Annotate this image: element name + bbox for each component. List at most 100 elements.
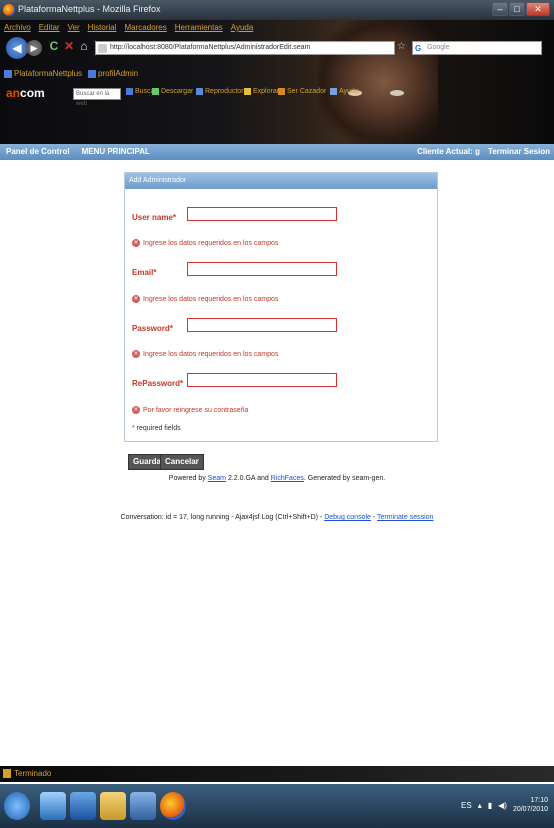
menu-ver[interactable]: Ver [68,23,80,32]
ancom-logo[interactable]: ancom [6,86,45,100]
menu-marcadores[interactable]: Marcadores [125,23,167,32]
logout-link[interactable]: Terminar Sesion [488,147,550,156]
richfaces-link[interactable]: RichFaces [271,475,304,482]
window-title: PlataformaNettplus - Mozilla Firefox [18,4,161,14]
firefox-taskbar-icon[interactable] [160,792,186,820]
email-input[interactable] [187,262,337,276]
forward-button[interactable]: ▶ [26,40,42,56]
download-icon [152,88,159,95]
required-asterisk: * [180,379,184,388]
terminate-session-link[interactable]: Terminate session [377,514,433,521]
repassword-label: RePassword* [132,379,183,388]
menu-historial[interactable]: Historial [88,23,117,32]
folder-icon[interactable] [100,792,126,820]
player-icon [196,88,203,95]
menu-editar[interactable]: Editar [39,23,60,32]
browser-status-bar: Terminado [0,766,554,782]
username-label: User name* [132,213,176,222]
network-icon[interactable]: ▮ [488,801,492,810]
app-icon-1[interactable] [40,792,66,820]
label-text: RePassword [132,379,181,388]
status-icon [3,769,11,778]
menu-bar: Archivo Editar Ver Historial Marcadores … [4,23,253,32]
error-text: Ingrese los datos requeridos en los camp… [143,239,279,247]
seam-link[interactable]: Seam [208,475,226,482]
status-text: Terminado [14,769,52,778]
password-label: Password* [132,324,173,333]
error-text: Ingrese los datos requeridos en los camp… [143,295,279,303]
home-button[interactable]: ⌂ [77,39,91,55]
tb-label: Descargar [161,88,194,95]
footer-text: . Generated by seam-gen. [303,475,386,482]
footer-text: 2.2.0.GA and [226,475,271,482]
tray-arrow-icon[interactable]: ▴ [478,801,482,810]
ancom-toolbar: ancom Buscar en la web Buscar Descargar … [0,86,554,107]
bookmark-label: PlataformaNettplus [14,69,83,78]
start-button-icon[interactable] [4,792,30,820]
panel-title: Add Administrador [125,173,437,189]
reload-button[interactable]: C [47,39,61,55]
cancel-button[interactable]: Cancelar [160,454,204,470]
error-text: Ingrese los datos requeridos en los camp… [143,350,279,358]
bookmark-icon [88,69,97,78]
clock[interactable]: 17:10 20/07/2010 [513,796,548,814]
word-icon[interactable] [130,792,156,820]
browser-ie-icon[interactable] [70,792,96,820]
error-icon: ✕ [132,406,140,414]
username-error: ✕ Ingrese los datos requeridos en los cam… [132,239,278,247]
conversation-text: Conversation: id = 17, long running - Aj… [120,514,325,521]
username-input[interactable] [187,207,337,221]
required-asterisk: * [153,268,157,277]
tb-explorar[interactable]: Explorar [244,88,279,95]
menu-principal-link[interactable]: MENU PRINCIPAL [82,147,150,156]
bookmark-label: profilAdmin [98,69,139,78]
clock-time: 17:10 [530,797,548,804]
bookmark-profiladmin[interactable]: profilAdmin [88,69,138,78]
menu-archivo[interactable]: Archivo [4,23,31,32]
windows-taskbar: ES ▴ ▮ ◀) 17:10 20/07/2010 [0,784,554,828]
password-input[interactable] [187,318,337,332]
tb-ayuda[interactable]: Ayuda [330,88,359,95]
language-indicator[interactable]: ES [461,801,472,810]
stop-button[interactable]: ✕ [63,39,75,55]
system-tray: ES ▴ ▮ ◀) 17:10 20/07/2010 [461,796,548,814]
search-input[interactable]: G Google [412,41,542,55]
browser-chrome: Archivo Editar Ver Historial Marcadores … [0,20,554,144]
back-button[interactable]: ◀ [6,37,28,59]
tb-label: Ayuda [339,88,359,95]
app-header-bar: Panel de Control MENU PRINCIPAL Cliente … [0,144,554,160]
navigation-bar: ◀ ▶ C ✕ ⌂ http://localhost:8080/Platafor… [0,36,554,60]
logo-com: com [20,86,45,100]
tb-cazador[interactable]: Ser Cazador [278,88,326,95]
window-titlebar: PlataformaNettplus - Mozilla Firefox – □… [0,0,554,20]
minimize-button[interactable]: – [492,2,508,16]
bookmark-star-icon[interactable]: ☆ [397,41,406,52]
search-placeholder: Google [427,44,450,51]
tb-reproductor[interactable]: Reproductor [196,88,244,95]
maximize-button[interactable]: □ [509,2,525,16]
search-icon [126,88,133,95]
label-text: Email [132,268,154,277]
error-icon: ✕ [132,239,140,247]
repassword-error: ✕ Por favor reingrese su contraseña [132,406,248,414]
url-bar[interactable]: http://localhost:8080/PlataformaNettplus… [95,41,395,55]
tb-descargar[interactable]: Descargar [152,88,193,95]
close-window-button[interactable]: ✕ [526,2,550,16]
repassword-input[interactable] [187,373,337,387]
debug-console-link[interactable]: Debug console [324,514,371,521]
volume-icon[interactable]: ◀) [498,801,507,810]
clock-date: 20/07/2010 [512,806,548,813]
url-text: http://localhost:8080/PlataformaNettplus… [110,44,311,51]
error-icon: ✕ [132,350,140,358]
bookmark-plataforma[interactable]: PlataformaNettplus [4,69,82,78]
google-icon: G [415,44,422,53]
menu-herramientas[interactable]: Herramientas [175,23,223,32]
panel-control-link[interactable]: Panel de Control [6,147,70,156]
ancom-search-input[interactable]: Buscar en la web [73,88,121,107]
required-asterisk: * [169,324,173,333]
menu-ayuda[interactable]: Ayuda [231,23,254,32]
explore-icon [244,88,251,95]
password-error: ✕ Ingrese los datos requeridos en los cam… [132,350,278,358]
current-client-label: Cliente Actual: g [417,147,480,156]
required-fields-note: * required fields [132,425,181,432]
